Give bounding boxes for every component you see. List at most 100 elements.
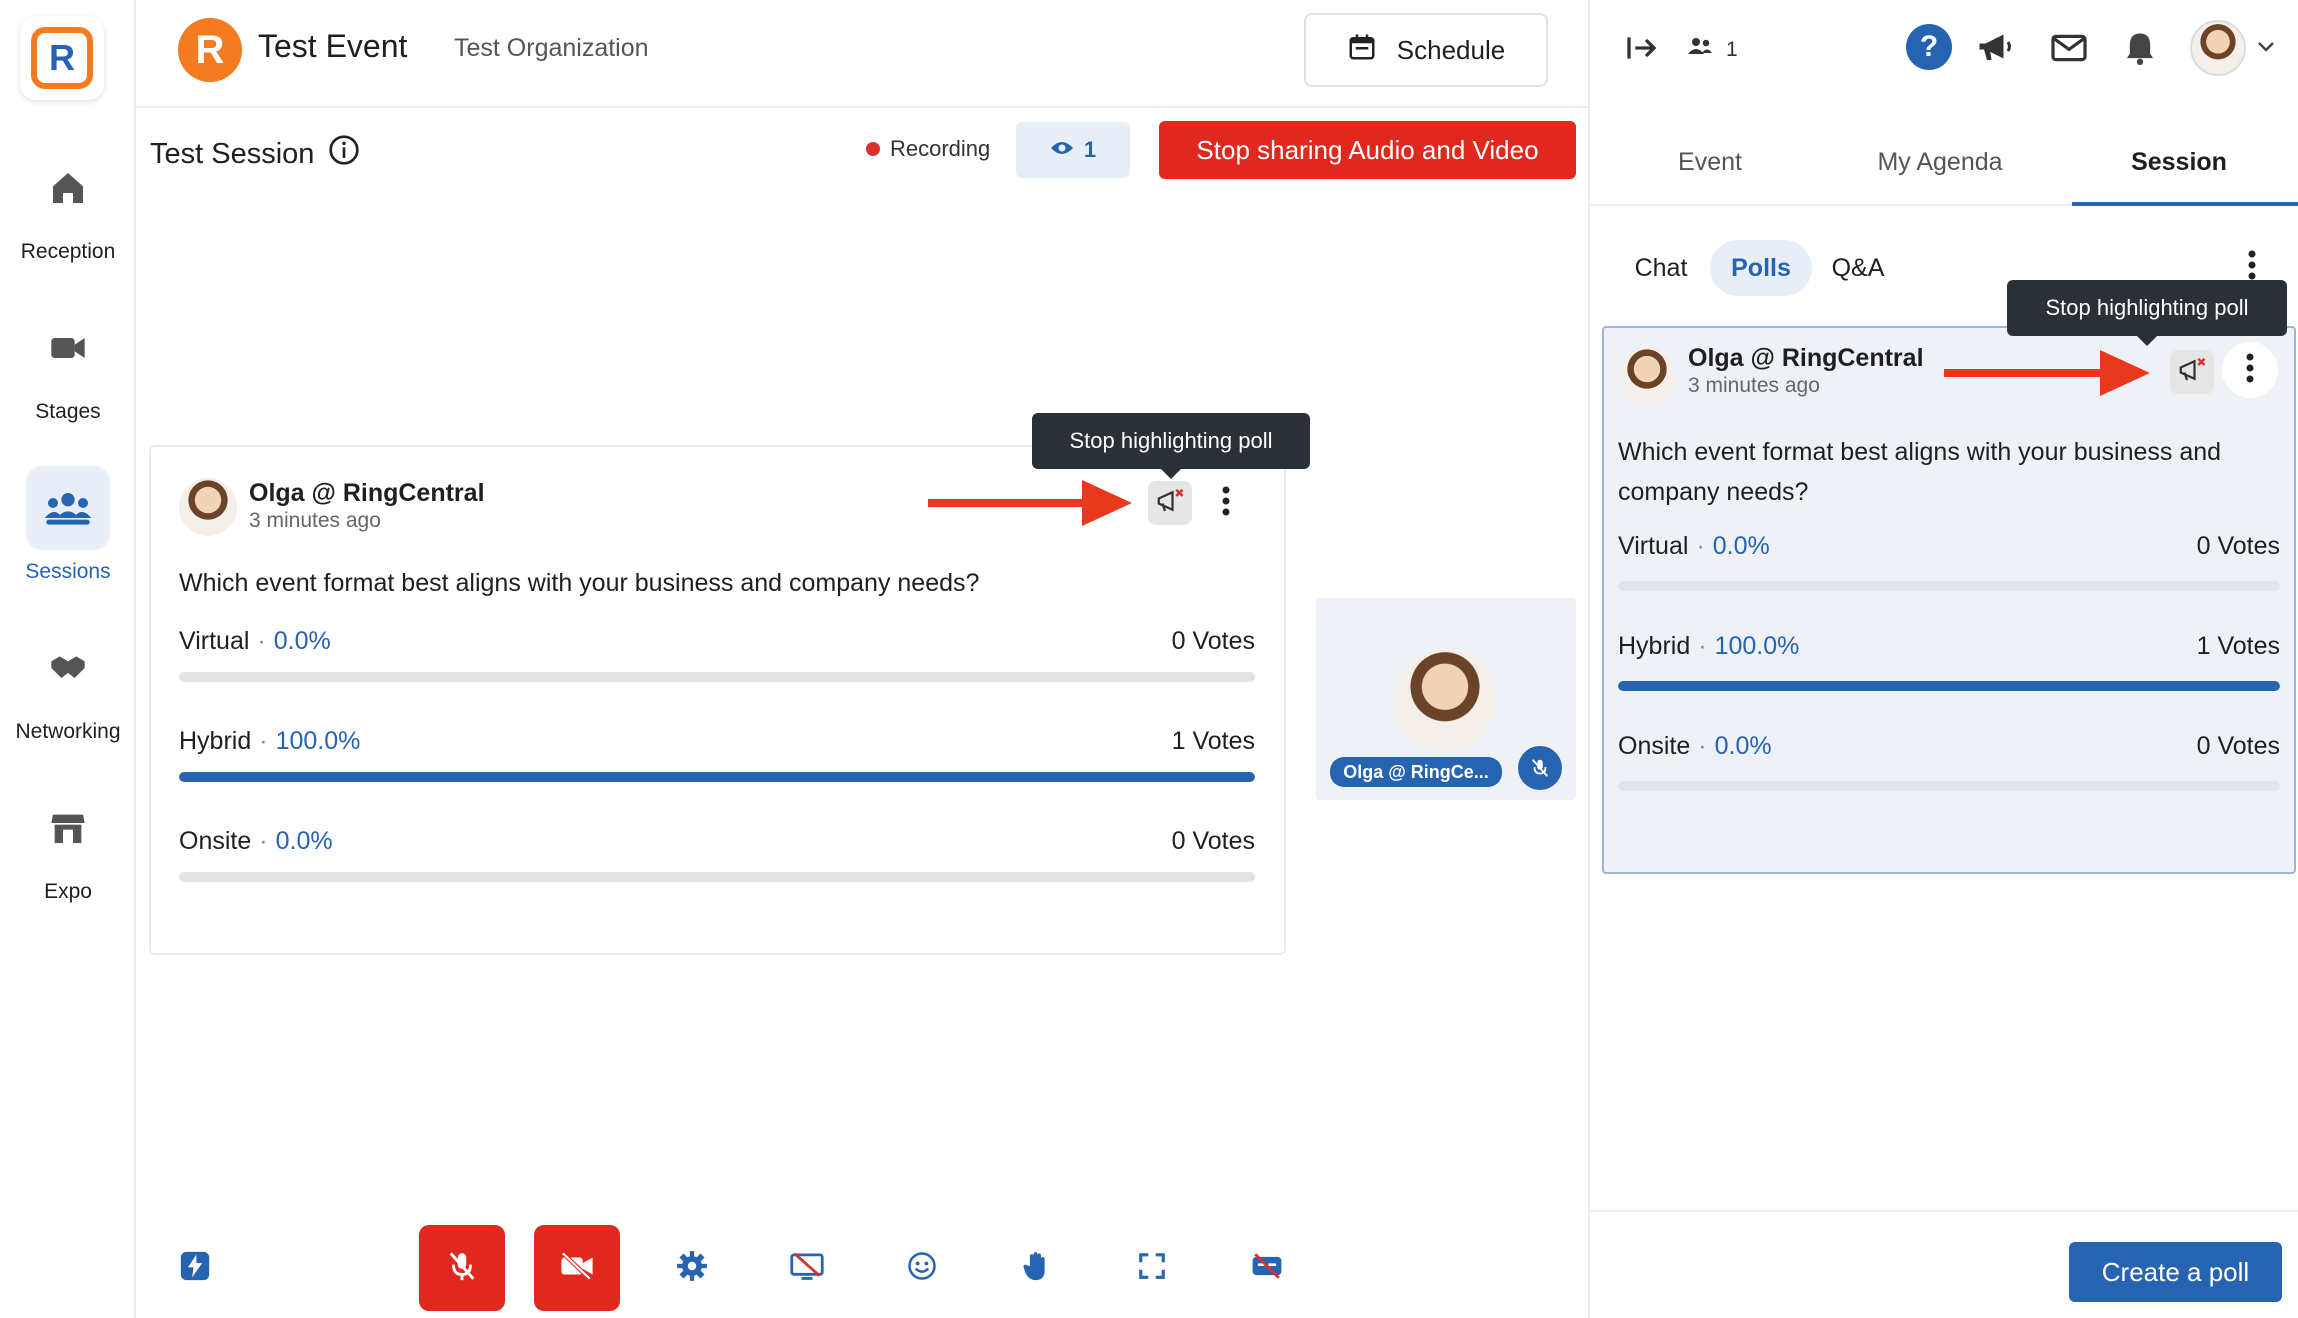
mic-off-icon xyxy=(445,1249,479,1288)
subtab-chat[interactable]: Chat xyxy=(1620,240,1702,296)
app-logo[interactable]: R xyxy=(20,16,104,100)
nav-label: Networking xyxy=(15,720,121,743)
red-arrow-annotation xyxy=(928,480,1132,526)
participant-mic-muted-icon xyxy=(1518,746,1562,790)
participants-count[interactable]: 1 xyxy=(1686,36,1738,64)
nav-item-sessions[interactable]: Sessions xyxy=(0,466,136,584)
tab-event[interactable]: Event xyxy=(1630,148,1790,177)
organization-title: Test Organization xyxy=(454,34,649,62)
poll-question: Which event format best aligns with your… xyxy=(1618,438,2222,506)
quick-actions-button[interactable] xyxy=(152,1225,238,1311)
option-votes: 0 Votes xyxy=(2196,732,2280,760)
microphone-toggle-button[interactable] xyxy=(419,1225,505,1311)
red-arrow-annotation xyxy=(1944,350,2150,396)
poll-option: Hybrid · 100.0% 1 Votes xyxy=(1618,632,2280,691)
messages-button[interactable] xyxy=(2050,32,2088,69)
option-progress-bar xyxy=(1618,681,2280,691)
user-avatar xyxy=(2190,20,2246,76)
stop-highlighting-poll-button[interactable] xyxy=(1148,481,1192,525)
option-percent: 100.0% xyxy=(275,727,361,755)
help-button[interactable]: ? xyxy=(1906,24,1952,70)
nav-item-stages[interactable]: Stages xyxy=(0,306,136,424)
schedule-button[interactable]: Schedule xyxy=(1304,13,1548,87)
create-poll-button[interactable]: Create a poll xyxy=(2069,1242,2282,1302)
stop-sharing-button[interactable]: Stop sharing Audio and Video xyxy=(1159,121,1576,179)
option-votes: 0 Votes xyxy=(1171,627,1255,655)
option-percent: 0.0% xyxy=(275,827,333,855)
notifications-button[interactable] xyxy=(2124,30,2156,71)
smiley-icon xyxy=(907,1251,937,1286)
poll-card-highlighted: Olga @ RingCentral 3 minutes ago Which e… xyxy=(1602,326,2296,874)
option-votes: 1 Votes xyxy=(1171,727,1255,755)
viewer-count-chip[interactable]: 1 xyxy=(1016,122,1130,178)
stop-highlighting-tooltip: Stop highlighting poll xyxy=(2007,280,2287,346)
poll-more-options-button[interactable] xyxy=(2222,342,2278,398)
event-title: Test Event xyxy=(258,28,408,64)
option-percent: 0.0% xyxy=(273,627,331,655)
user-menu[interactable] xyxy=(2190,20,2276,76)
active-tab-indicator xyxy=(2072,202,2298,206)
app-logo-letter: R xyxy=(49,37,75,78)
subtab-qa[interactable]: Q&A xyxy=(1816,240,1900,296)
calendar-icon xyxy=(1347,32,1377,69)
top-header: R Test Event Test Organization Schedule xyxy=(136,0,1588,108)
storefront-icon xyxy=(26,786,110,870)
nav-item-networking[interactable]: Networking xyxy=(0,626,136,744)
chevron-down-icon xyxy=(2256,39,2276,58)
nav-item-reception[interactable]: Reception xyxy=(0,146,136,264)
footer-divider xyxy=(1590,1210,2298,1212)
reactions-button[interactable] xyxy=(879,1225,965,1311)
left-nav: R Reception Stages Sessions Networking E… xyxy=(0,0,136,1318)
option-label: Hybrid xyxy=(179,727,252,755)
option-progress-bar xyxy=(179,872,1255,882)
screen-share-off-icon xyxy=(789,1249,825,1288)
screen-share-button[interactable] xyxy=(764,1225,850,1311)
poll-option: Virtual · 0.0% 0 Votes xyxy=(1618,532,2280,591)
megaphone-icon xyxy=(1976,34,2016,70)
poll-option: Virtual · 0.0% 0 Votes xyxy=(179,627,1255,682)
envelope-icon xyxy=(2050,34,2088,68)
eye-icon xyxy=(1050,137,1074,163)
nav-label: Sessions xyxy=(25,560,111,583)
option-progress-bar xyxy=(1618,581,2280,591)
tab-my-agenda[interactable]: My Agenda xyxy=(1850,148,2030,177)
event-logo: R xyxy=(178,18,242,82)
poll-question: Which event format best aligns with your… xyxy=(179,569,980,597)
tab-session[interactable]: Session xyxy=(2072,148,2286,177)
nav-item-expo[interactable]: Expo xyxy=(0,786,136,904)
option-percent: 0.0% xyxy=(1712,532,1770,560)
help-icon: ? xyxy=(1919,30,1939,63)
option-label: Virtual xyxy=(179,627,250,655)
option-votes: 0 Votes xyxy=(1171,827,1255,855)
participant-video-tile[interactable]: Olga @ RingCe... xyxy=(1316,598,1576,800)
fullscreen-button[interactable] xyxy=(1109,1225,1195,1311)
poll-more-options-button[interactable] xyxy=(1206,481,1246,525)
settings-button[interactable] xyxy=(649,1225,735,1311)
collapse-panel-button[interactable] xyxy=(1624,32,1660,69)
kebab-menu-icon xyxy=(2246,353,2254,388)
recording-indicator: Recording xyxy=(866,136,990,162)
info-icon[interactable] xyxy=(328,134,360,174)
participant-avatar xyxy=(1394,648,1496,750)
stop-highlighting-poll-button[interactable] xyxy=(2170,350,2214,394)
subtab-polls[interactable]: Polls xyxy=(1710,240,1812,296)
home-icon xyxy=(26,146,110,230)
schedule-label: Schedule xyxy=(1396,34,1506,65)
raise-hand-icon xyxy=(1020,1249,1054,1288)
announcements-button[interactable] xyxy=(1976,30,2016,71)
captions-button[interactable] xyxy=(1224,1225,1310,1311)
participant-name-badge: Olga @ RingCe... xyxy=(1330,757,1502,787)
option-label: Hybrid xyxy=(1618,632,1691,660)
video-off-icon xyxy=(558,1249,596,1288)
option-progress-bar xyxy=(179,672,1255,682)
stop-highlighting-tooltip: Stop highlighting poll xyxy=(1032,413,1310,479)
option-progress-bar xyxy=(1618,781,2280,791)
megaphone-off-icon xyxy=(1155,487,1185,520)
handshake-icon xyxy=(26,626,110,710)
camera-toggle-button[interactable] xyxy=(534,1225,620,1311)
raise-hand-button[interactable] xyxy=(994,1225,1080,1311)
poll-option: Hybrid · 100.0% 1 Votes xyxy=(179,727,1255,782)
arrow-right-bar-icon xyxy=(1624,37,1660,68)
recording-label: Recording xyxy=(890,136,991,161)
poll-timestamp: 3 minutes ago xyxy=(1688,374,1820,397)
